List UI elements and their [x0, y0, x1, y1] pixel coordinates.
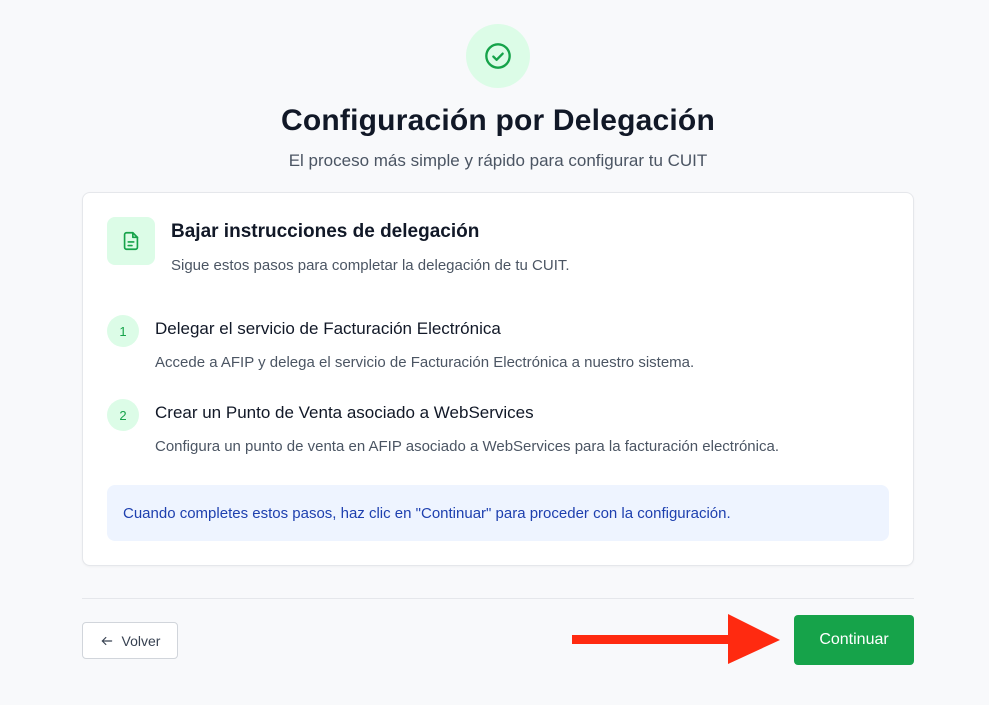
delegation-setup-page: Configuración por Delegación El proceso … — [0, 0, 989, 705]
page-title: Configuración por Delegación — [281, 104, 715, 137]
step-description: Accede a AFIP y delega el servicio de Fa… — [155, 354, 695, 371]
step-number-badge: 1 — [107, 315, 139, 347]
instructions-card: Bajar instrucciones de delegación Sigue … — [82, 192, 914, 566]
step-title: Delegar el servicio de Facturación Elect… — [155, 319, 501, 338]
document-icon — [107, 217, 155, 265]
check-circle-icon — [466, 24, 530, 88]
footer-divider — [82, 598, 914, 599]
back-button[interactable]: Volver — [82, 622, 178, 659]
info-note: Cuando completes estos pasos, haz clic e… — [107, 485, 889, 541]
annotation-arrow-icon — [572, 614, 780, 664]
continue-button-label: Continuar — [819, 631, 889, 648]
arrow-left-icon — [100, 634, 114, 648]
step-description: Configura un punto de venta en AFIP asoc… — [155, 438, 779, 455]
continue-button[interactable]: Continuar — [794, 615, 914, 665]
card-title: Bajar instrucciones de delegación — [171, 221, 480, 242]
page-subtitle: El proceso más simple y rápido para conf… — [288, 151, 708, 170]
back-button-label: Volver — [121, 632, 161, 649]
step-title: Crear un Punto de Venta asociado a WebSe… — [155, 403, 534, 422]
card-description: Sigue estos pasos para completar la dele… — [171, 257, 570, 274]
step-number-badge: 2 — [107, 399, 139, 431]
